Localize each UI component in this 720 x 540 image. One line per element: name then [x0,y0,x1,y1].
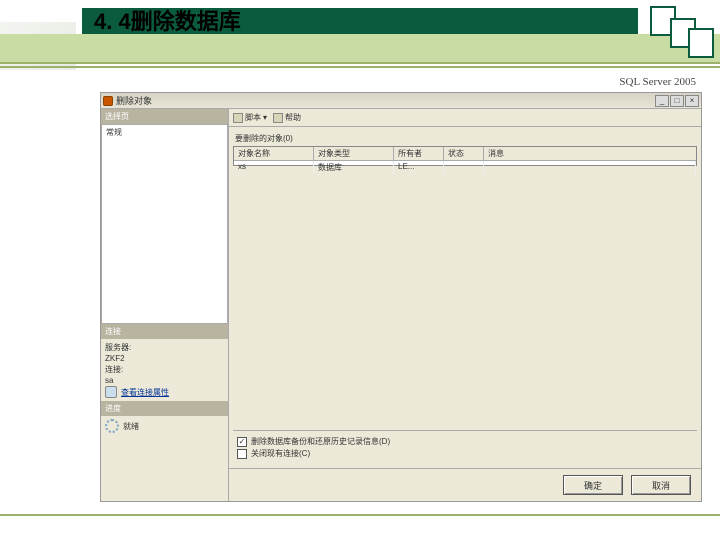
connection-label: 连接: [105,364,123,375]
dialog-toolbar: 脚本 ▾ 帮助 [229,109,701,127]
objects-grid[interactable]: 对象名称 对象类型 所有者 状态 消息 xs 数据库 LE... [233,146,697,166]
close-button[interactable]: × [685,95,699,107]
cancel-button[interactable]: 取消 [631,475,691,495]
connection-section: 服务器: ZKF2 连接: sa 查看连接属性 [101,339,228,401]
close-connections-checkbox[interactable] [237,449,247,459]
content-area: 要删除的对象(0) 对象名称 对象类型 所有者 状态 消息 xs 数据库 LE.… [229,127,701,468]
right-panel: 脚本 ▾ 帮助 要删除的对象(0) 对象名称 对象类型 所有者 状态 消息 [229,109,701,501]
help-icon [273,113,283,123]
view-connection-link[interactable]: 查看连接属性 [121,387,169,398]
options-area: ✓ 删除数据库备份和还原历史记录信息(D) 关闭现有连接(C) [233,430,697,464]
link-icon [105,386,117,398]
footer-divider [0,514,720,516]
app-icon [103,96,113,106]
grid-header: 对象名称 对象类型 所有者 状态 消息 [234,147,696,161]
objects-label: 要删除的对象(0) [235,133,697,144]
progress-spinner-icon [105,419,119,433]
delete-history-label: 删除数据库备份和还原历史记录信息(D) [251,436,390,447]
help-button[interactable]: 帮助 [273,112,301,123]
left-panel: 选择页 常规 连接 服务器: ZKF2 连接: sa 查看连接属性 进度 就绪 [101,109,229,501]
select-page-header: 选择页 [101,109,228,124]
col-type[interactable]: 对象类型 [314,147,394,160]
maximize-button[interactable]: □ [670,95,684,107]
chevron-down-icon: ▾ [263,113,267,122]
close-connections-label: 关闭现有连接(C) [251,448,310,459]
col-owner[interactable]: 所有者 [394,147,444,160]
minimize-button[interactable]: _ [655,95,669,107]
window-title-text: 删除对象 [116,94,152,107]
col-name[interactable]: 对象名称 [234,147,314,160]
delete-history-checkbox[interactable]: ✓ [237,437,247,447]
connection-value: sa [105,376,113,385]
col-status[interactable]: 状态 [444,147,484,160]
decor-right [640,0,720,60]
script-label: 脚本 [245,112,261,123]
delete-object-dialog: 删除对象 _ □ × 选择页 常规 连接 服务器: ZKF2 连接: sa 查看… [100,92,702,502]
ok-button[interactable]: 确定 [563,475,623,495]
slide-title: 4. 4删除数据库 [94,4,241,36]
server-label: 服务器: [105,342,131,353]
server-value: ZKF2 [105,354,125,363]
progress-text: 就绪 [123,421,139,432]
title-band-lower [0,34,720,64]
col-message[interactable]: 消息 [484,147,696,160]
help-label: 帮助 [285,112,301,123]
button-bar: 确定 取消 [229,468,701,501]
slide-subtitle: SQL Server 2005 [0,76,720,88]
tree-item-general[interactable]: 常规 [106,127,223,138]
window-titlebar[interactable]: 删除对象 _ □ × [101,93,701,109]
script-icon [233,113,243,123]
page-tree[interactable]: 常规 [101,124,228,324]
script-button[interactable]: 脚本 ▾ [233,112,267,123]
connection-header: 连接 [101,324,228,339]
progress-section: 就绪 [101,416,228,436]
progress-header: 进度 [101,401,228,416]
